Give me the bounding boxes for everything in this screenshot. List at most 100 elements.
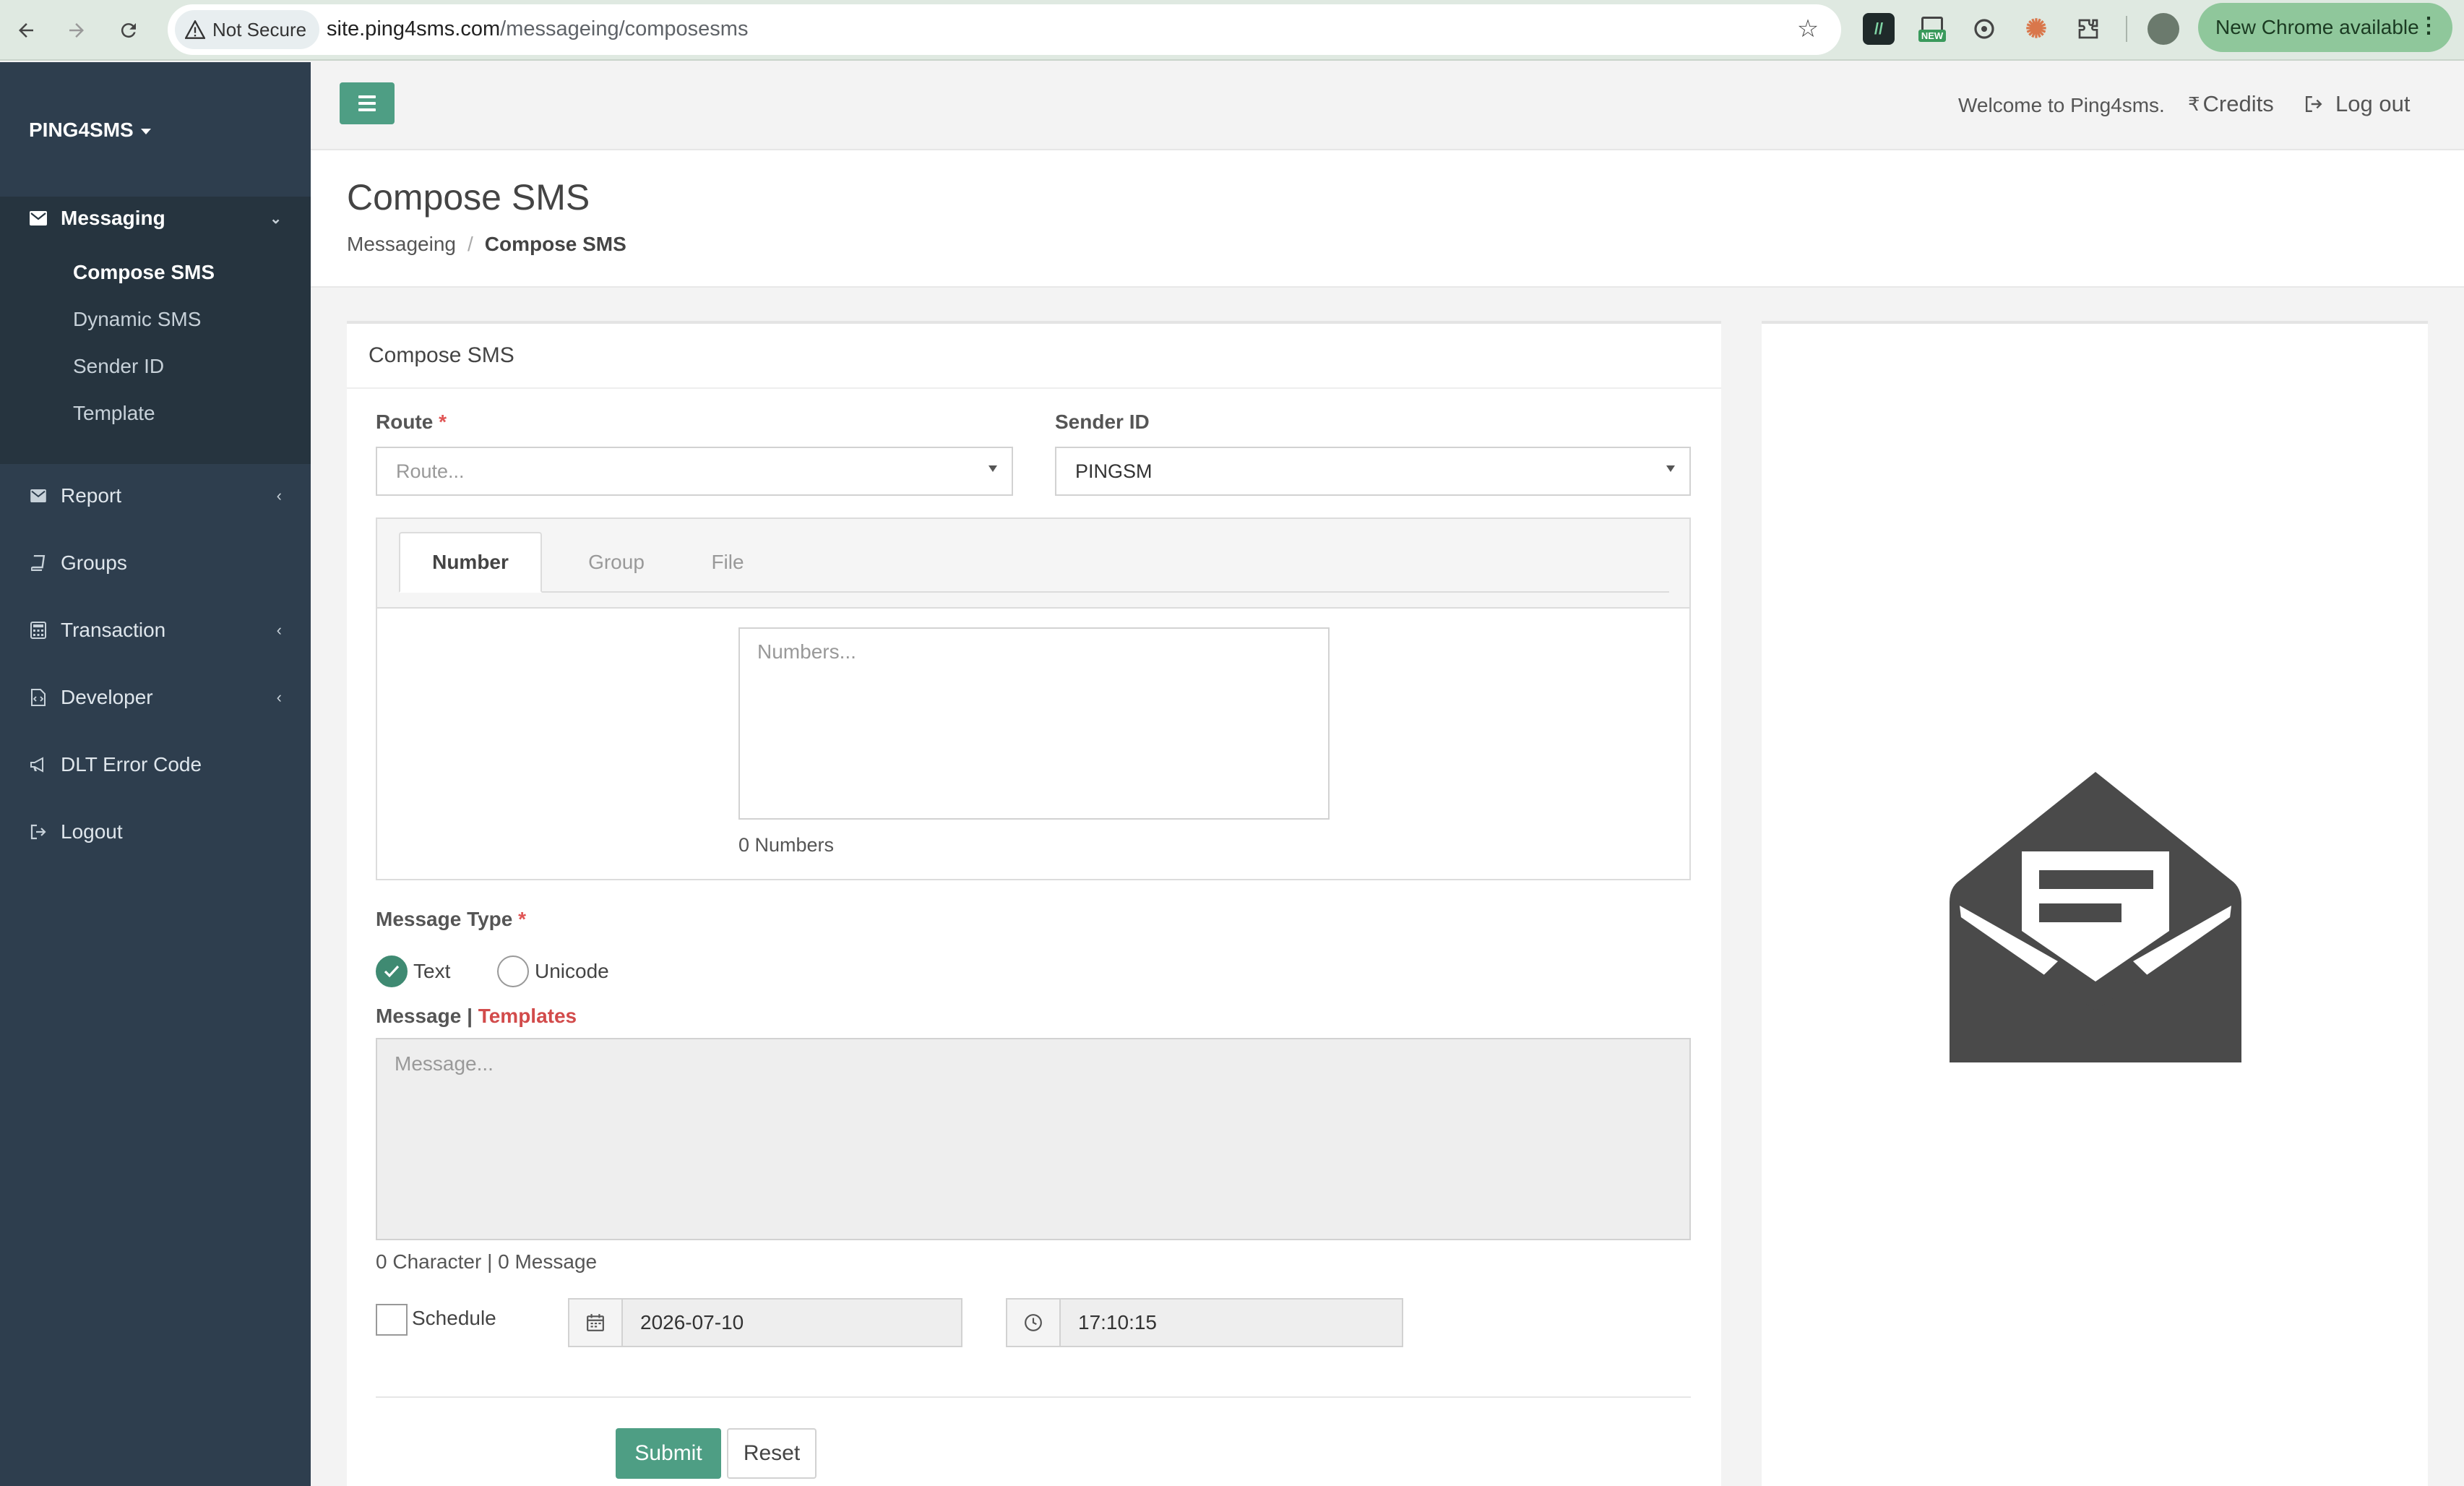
route-placeholder: Route... xyxy=(396,460,465,482)
radio-text[interactable]: Text xyxy=(376,955,450,987)
sidebar-item-groups[interactable]: Groups xyxy=(0,541,311,585)
openai-extension-icon[interactable] xyxy=(1968,13,2000,45)
brand-dropdown[interactable]: PING4SMS xyxy=(29,119,151,142)
required-mark: * xyxy=(518,908,527,930)
sidebar-item-developer[interactable]: Developer ‹ xyxy=(0,676,311,719)
sender-id-value: PINGSM xyxy=(1075,460,1153,482)
sidebar-subitem-compose-sms[interactable]: Compose SMS xyxy=(73,254,215,291)
security-label: Not Secure xyxy=(212,18,307,40)
breadcrumb-current: Compose SMS xyxy=(484,233,626,255)
reload-icon[interactable] xyxy=(108,10,149,51)
chevron-down-icon: ⌄ xyxy=(270,210,282,227)
page-header: Compose SMS Messageing / Compose SMS xyxy=(311,150,2464,288)
message-label: Message | Templates xyxy=(376,1005,577,1027)
card-title-text: Compose SMS xyxy=(369,343,514,367)
new-extension-icon[interactable]: NEW xyxy=(1913,13,1951,45)
message-textarea[interactable] xyxy=(376,1038,1691,1240)
messaging-section: Messaging ⌄ Compose SMS Dynamic SMS Send… xyxy=(0,197,311,464)
message-counter: 0 Character | 0 Message xyxy=(376,1250,598,1273)
sidebar-item-label: Logout xyxy=(61,820,123,843)
puzzle-extensions-icon[interactable] xyxy=(2072,13,2104,45)
back-icon[interactable] xyxy=(6,10,46,51)
url-path: /messageing/composesms xyxy=(500,17,749,40)
sidebar-item-report[interactable]: Report ‹ xyxy=(0,474,311,517)
required-mark: * xyxy=(439,411,447,433)
form-divider xyxy=(376,1396,1691,1398)
sidebar: PING4SMS Messaging ⌄ Compose SMS Dynamic… xyxy=(0,62,311,1486)
tab-number[interactable]: Number xyxy=(399,532,542,593)
url-host: site.ping4sms.com xyxy=(327,17,501,40)
url-text[interactable]: site.ping4sms.com/messageing/composesms xyxy=(327,17,748,41)
open-envelope-message-icon xyxy=(1950,772,2241,1062)
bullhorn-icon xyxy=(27,757,49,773)
caret-down-icon xyxy=(140,129,151,134)
numbers-count: 0 Numbers xyxy=(738,834,835,856)
chevron-left-icon: ‹ xyxy=(276,688,282,706)
warning-icon xyxy=(185,20,205,39)
tab-group[interactable]: Group xyxy=(545,532,688,593)
sidebar-item-label: Report xyxy=(61,484,122,507)
sidebar-item-messaging[interactable]: Messaging ⌄ xyxy=(0,197,311,240)
forward-icon[interactable] xyxy=(56,10,97,51)
security-chip[interactable]: Not Secure xyxy=(175,10,320,49)
new-chrome-available-button[interactable]: New Chrome available ⋮ xyxy=(2198,3,2452,52)
claude-extension-icon[interactable]: ✺ xyxy=(2020,13,2052,45)
sidebar-item-logout[interactable]: Logout xyxy=(0,810,311,854)
sidebar-item-label: DLT Error Code xyxy=(61,753,202,776)
tab-file[interactable]: File xyxy=(688,532,767,593)
submit-button[interactable]: Submit xyxy=(616,1428,721,1479)
sign-out-icon xyxy=(2305,95,2322,113)
menu-toggle-button[interactable] xyxy=(340,82,395,124)
extension-icon[interactable]: // xyxy=(1863,13,1895,45)
route-label: Route * xyxy=(376,411,447,433)
schedule-checkbox[interactable] xyxy=(376,1304,408,1336)
pipe-separator: | xyxy=(467,1005,473,1027)
route-select[interactable]: Route... xyxy=(376,447,1013,496)
sidebar-item-label: Developer xyxy=(61,686,153,708)
sign-out-icon xyxy=(27,824,49,840)
book-icon xyxy=(27,555,49,571)
profile-avatar[interactable] xyxy=(2148,13,2179,45)
kebab-menu-icon[interactable]: ⋮ xyxy=(2418,13,2439,38)
rupee-icon: ₹ xyxy=(2188,93,2200,115)
top-navbar: Welcome to Ping4sms. ₹ Credits Log out xyxy=(311,62,2464,150)
sidebar-item-transaction[interactable]: Transaction ‹ xyxy=(0,609,311,652)
logout-link[interactable]: Log out xyxy=(2305,91,2410,117)
card-title: Compose SMS xyxy=(347,324,1721,389)
bookmark-star-icon[interactable]: ☆ xyxy=(1793,14,1822,43)
address-bar[interactable]: Not Secure site.ping4sms.com/messageing/… xyxy=(168,4,1841,55)
reset-button[interactable]: Reset xyxy=(727,1428,817,1479)
schedule-date-input[interactable] xyxy=(623,1298,962,1347)
sender-id-label: Sender ID xyxy=(1055,411,1150,433)
radio-unicode-label: Unicode xyxy=(535,960,609,982)
logout-label: Log out xyxy=(2335,91,2411,116)
sidebar-item-dlt-error-code[interactable]: DLT Error Code xyxy=(0,743,311,786)
schedule-label: Schedule xyxy=(412,1307,496,1329)
update-label: New Chrome available xyxy=(2215,16,2419,38)
breadcrumb-messageing[interactable]: Messageing xyxy=(347,233,456,255)
file-code-icon xyxy=(27,689,49,706)
sender-id-select[interactable]: PINGSM xyxy=(1055,447,1691,496)
message-type-label: Message Type * xyxy=(376,908,527,930)
calendar-icon xyxy=(568,1298,623,1347)
sidebar-subitem-dynamic-sms[interactable]: Dynamic SMS xyxy=(73,301,201,338)
dropdown-arrow-icon xyxy=(988,465,997,472)
schedule-time-input[interactable] xyxy=(1061,1298,1403,1347)
new-badge: NEW xyxy=(1918,29,1947,42)
sidebar-subitem-template[interactable]: Template xyxy=(73,395,155,431)
chevron-left-icon: ‹ xyxy=(276,486,282,504)
breadcrumb: Messageing / Compose SMS xyxy=(347,233,626,256)
credits-link[interactable]: ₹ Credits xyxy=(2188,91,2274,117)
illustration-card xyxy=(1762,321,2428,1486)
chevron-left-icon: ‹ xyxy=(276,621,282,639)
radio-unicode[interactable]: Unicode xyxy=(497,955,609,987)
sidebar-item-label: Messaging xyxy=(61,207,165,229)
page-title: Compose SMS xyxy=(347,177,590,218)
sidebar-subitem-sender-id[interactable]: Sender ID xyxy=(73,348,164,385)
calculator-icon xyxy=(27,622,49,639)
sidebar-item-label: Groups xyxy=(61,551,127,574)
numbers-textarea[interactable] xyxy=(738,627,1330,820)
radio-text-label: Text xyxy=(413,960,451,982)
templates-link[interactable]: Templates xyxy=(478,1005,577,1027)
breadcrumb-separator: / xyxy=(467,233,473,255)
